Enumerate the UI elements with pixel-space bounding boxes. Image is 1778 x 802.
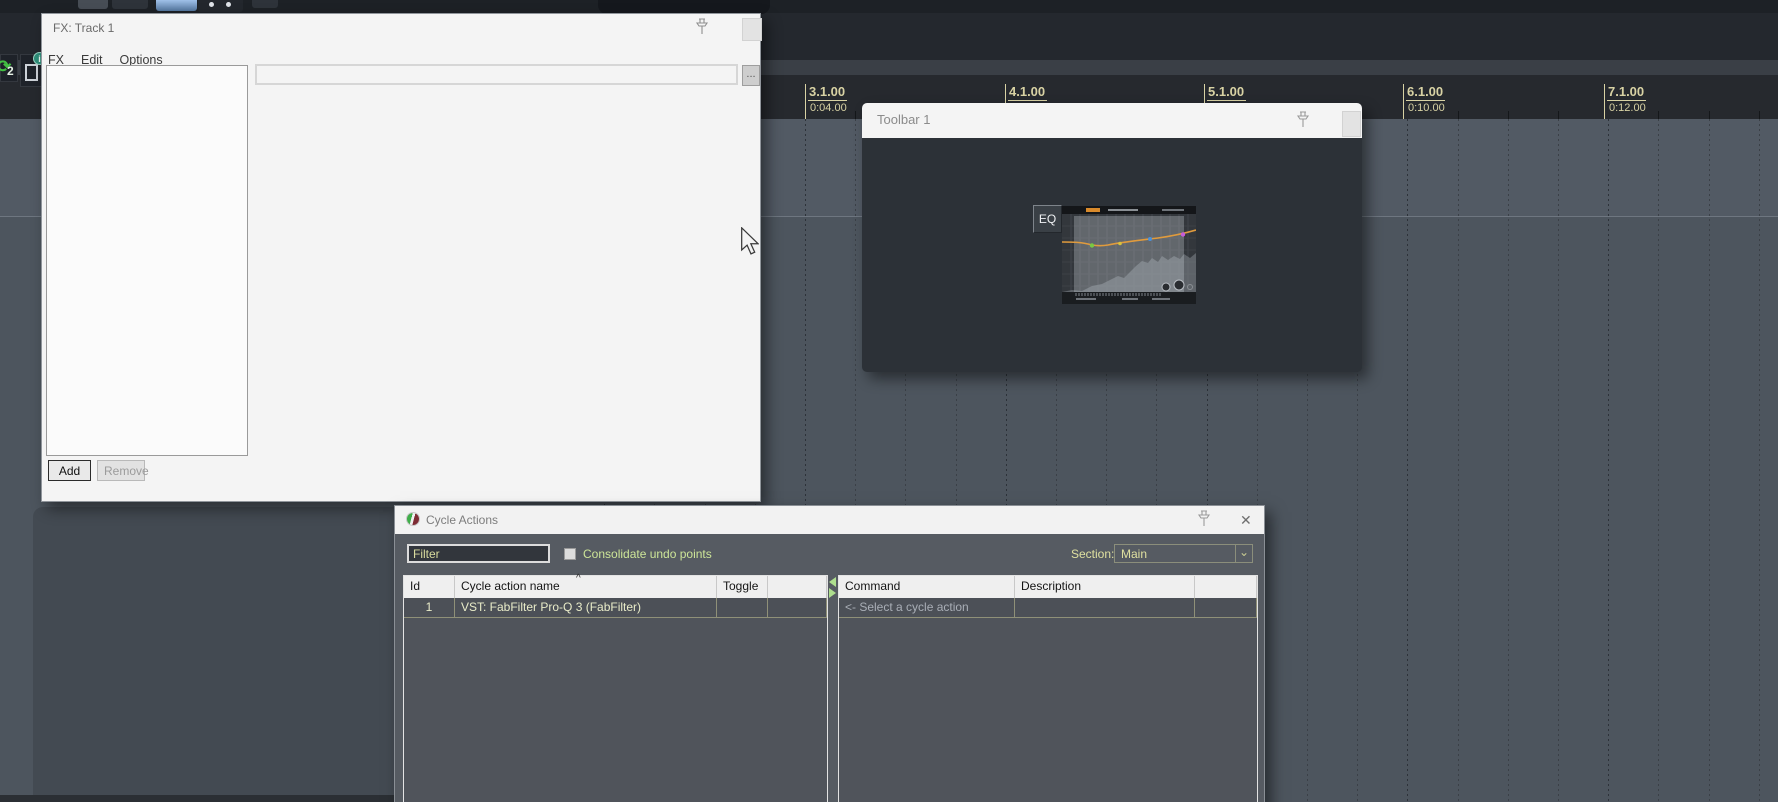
grid-minor-line [1658, 119, 1659, 802]
background-tab [598, 0, 770, 14]
section-dropdown[interactable]: Main ⌄ [1114, 544, 1253, 563]
table-row[interactable]: 1 VST: FabFilter Pro-Q 3 (FabFilter) [404, 598, 827, 618]
splitter-collapse-right[interactable] [829, 588, 836, 598]
toolbar-button-active[interactable] [156, 0, 197, 11]
fx-chain-list[interactable] [46, 65, 248, 456]
reaper-screen: 3.1.000:04.004.1.000:06.005.1.000:08.006… [0, 0, 1778, 802]
eq-toolbar-button[interactable]: EQ [1033, 205, 1062, 233]
ruler-bar-label: 3.1.00 [808, 84, 848, 101]
toolbar1-titlebar[interactable]: Toolbar 1 [862, 103, 1362, 138]
splitter-collapse-left[interactable] [829, 577, 836, 587]
grid-minor-line [1508, 119, 1509, 802]
column-header[interactable]: Description [1015, 576, 1195, 598]
close-icon[interactable]: ✕ [1240, 513, 1252, 527]
fx-chain-window: FX: Track 1 FX Edit Options ... Add Remove [41, 13, 762, 502]
document-icon [25, 64, 38, 81]
column-header[interactable] [768, 576, 827, 598]
ruler-bar-label: 7.1.00 [1607, 84, 1647, 101]
grid-minor-line [1458, 119, 1459, 802]
column-header[interactable]: Toggle [717, 576, 768, 598]
cycle-actions-filter-input[interactable] [407, 544, 550, 563]
cycle-actions-titlebar[interactable]: Cycle Actions ✕ [395, 506, 1264, 534]
ruler-minor-tick [1508, 111, 1509, 119]
table-row[interactable]: <- Select a cycle action [839, 598, 1257, 618]
toolbar-button[interactable] [78, 0, 108, 9]
command-table[interactable]: Command Description <- Select a cycle acti… [838, 575, 1258, 802]
cycle-actions-window: Cycle Actions ✕ Consolidate undo points … [394, 505, 1265, 802]
grid-minor-line [1759, 119, 1760, 802]
column-header[interactable]: Cycle action name [455, 576, 717, 598]
ruler-minor-tick [1658, 111, 1659, 119]
grid-major-line [1407, 119, 1408, 802]
section-label: Section: [1071, 547, 1115, 561]
mouse-cursor [741, 227, 759, 255]
fabfilter-proq-thumbnail [1062, 206, 1196, 304]
sync-tile-button[interactable]: ⟳ 2 [0, 54, 18, 82]
column-header[interactable] [1195, 576, 1257, 598]
add-fx-button[interactable]: Add [48, 460, 91, 481]
pin-window-icon[interactable] [694, 18, 710, 36]
pin-window-icon[interactable] [1196, 510, 1212, 528]
ruler-time-label: 0:04.00 [810, 102, 847, 114]
toolbar1-window: Toolbar 1 EQ [862, 103, 1362, 372]
ruler-major-tick [805, 84, 806, 119]
ruler-minor-tick [1709, 111, 1710, 119]
toolbar-button[interactable] [198, 0, 243, 12]
toolbar1-title: Toolbar 1 [877, 112, 931, 127]
grid-major-line [1608, 119, 1609, 802]
ruler-major-tick [1403, 84, 1404, 119]
fx-more-button[interactable]: ... [742, 65, 760, 86]
toolbar1-dock-button[interactable] [1342, 111, 1361, 137]
remove-fx-button[interactable]: Remove [97, 460, 149, 481]
table-cell[interactable] [768, 598, 827, 617]
cycle-actions-table[interactable]: Id Cycle action name Toggle 1 VST: FabFilter… [403, 575, 828, 802]
grid-minor-line [1709, 119, 1710, 802]
table-cell[interactable]: <- Select a cycle action [839, 598, 1015, 617]
reaper-logo-icon [406, 512, 420, 526]
column-header[interactable]: Command [839, 576, 1015, 598]
column-header[interactable]: Id [404, 576, 455, 598]
ruler-minor-tick [1558, 111, 1559, 119]
dot-icon [226, 2, 231, 7]
consolidate-undo-label: Consolidate undo points [583, 547, 712, 561]
grid-minor-line [1558, 119, 1559, 802]
table-cell[interactable] [1015, 598, 1195, 617]
fx-search-input[interactable] [255, 64, 738, 85]
table-cell[interactable]: 1 [404, 598, 455, 617]
ruler-minor-tick [1458, 111, 1459, 119]
chevron-down-icon: ⌄ [1235, 545, 1252, 562]
green-sync-number: 2 [7, 64, 14, 78]
fx-window-dock-button[interactable] [742, 18, 762, 41]
dot-icon [209, 2, 214, 7]
table-cell[interactable] [717, 598, 768, 617]
table-header-row: Command Description [839, 576, 1257, 598]
bottom-strip [0, 795, 400, 802]
sort-ascending-icon: ^ [576, 573, 581, 584]
consolidate-undo-checkbox[interactable] [564, 548, 576, 560]
ruler-time-label: 0:10.00 [1408, 102, 1445, 114]
cycle-actions-title: Cycle Actions [426, 513, 499, 527]
ruler-time-label: 0:12.00 [1609, 102, 1646, 114]
ruler-bar-label: 6.1.00 [1406, 84, 1446, 101]
section-dropdown-value: Main [1121, 547, 1148, 561]
ruler-bar-label: 5.1.00 [1207, 84, 1247, 101]
table-cell[interactable]: VST: FabFilter Pro-Q 3 (FabFilter) [455, 598, 717, 617]
ruler-major-tick [1604, 84, 1605, 119]
ruler-minor-tick [855, 111, 856, 119]
toolbar-button[interactable] [112, 0, 148, 9]
ruler-minor-tick [1759, 111, 1760, 119]
pin-window-icon[interactable] [1295, 111, 1311, 129]
ruler-bar-label: 4.1.00 [1008, 84, 1048, 101]
fx-window-titlebar[interactable]: FX: Track 1 [42, 14, 762, 42]
toolbar-button[interactable] [252, 0, 278, 8]
fx-window-title: FX: Track 1 [53, 21, 115, 35]
table-header-row: Id Cycle action name Toggle [404, 576, 827, 598]
table-cell[interactable] [1195, 598, 1257, 617]
